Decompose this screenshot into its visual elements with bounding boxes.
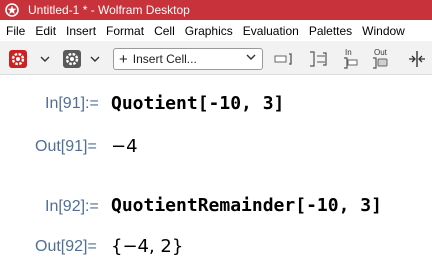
input-label: In[91]:= [45,95,99,112]
output-label: Out[91]= [35,138,97,155]
insert-cell-dropdown[interactable]: + Insert Cell... [113,48,263,70]
evaluate-dropdown-chevron[interactable] [39,54,51,64]
output-cell-text: Out [374,48,388,57]
input-cell[interactable]: Quotient[-10, 3] [111,93,284,114]
menu-bar: File Edit Insert Format Cell Graphics Ev… [0,20,432,41]
menu-cell[interactable]: Cell [154,24,175,38]
split-arrows-icon [409,51,425,67]
menu-graphics[interactable]: Graphics [185,24,233,38]
output-cell-icon: Out [373,48,388,69]
split-cell-button[interactable] [406,49,428,69]
evaluate-gear-button[interactable] [8,49,28,69]
menu-palettes[interactable]: Palettes [309,24,352,38]
chevron-down-icon [90,56,100,62]
title-bar: Untitled-1 * - Wolfram Desktop [0,0,432,20]
menu-file[interactable]: File [6,24,25,38]
output-label: Out[92]= [35,238,97,255]
input-label: In[92]:= [45,198,99,215]
chevron-down-icon [40,56,50,62]
input-cell-icon: In [344,48,358,69]
menu-evaluation[interactable]: Evaluation [243,24,299,38]
gray-gear-icon [63,50,81,68]
chevron-down-icon [246,54,256,60]
red-gear-icon [9,50,27,68]
abort-gear-button[interactable] [62,49,82,69]
output-cell-button[interactable]: Out [369,46,393,72]
menu-insert[interactable]: Insert [66,24,96,38]
wolfram-app-icon[interactable] [5,3,19,17]
menu-format[interactable]: Format [106,24,144,38]
window-title: Untitled-1 * - Wolfram Desktop [28,3,190,17]
output-cell[interactable]: −4 [111,136,138,157]
output-cell[interactable]: {−4, 2} [111,236,183,257]
cell-bracket-icon [274,53,292,65]
input-cell[interactable]: QuotientRemainder[-10, 3] [111,195,382,216]
cell-size-button[interactable] [272,51,294,67]
insert-cell-label: Insert Cell... [132,52,197,66]
abort-dropdown-chevron[interactable] [89,54,101,64]
group-bracket-icon [310,51,327,67]
input-cell-button[interactable]: In [339,46,361,72]
input-cell-text: In [345,48,352,57]
menu-window[interactable]: Window [362,24,405,38]
plus-icon: + [119,50,128,68]
menu-edit[interactable]: Edit [35,24,56,38]
group-cells-button[interactable] [307,50,329,68]
toolbar: + Insert Cell... In Out [0,41,432,75]
